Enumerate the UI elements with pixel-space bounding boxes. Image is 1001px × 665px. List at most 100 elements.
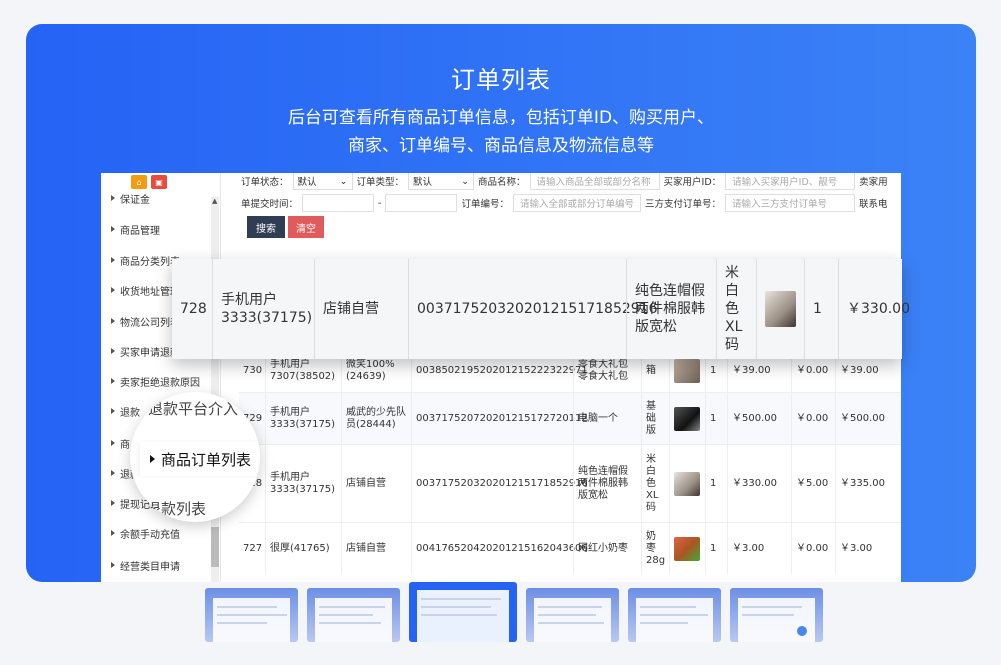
table-row[interactable]: 727 很厚(41765) 店铺自营 004176520420201215162043…	[239, 522, 901, 574]
contact-label: 联系电	[858, 199, 888, 210]
shop-cell: 威武的少先队员(28444)	[341, 393, 411, 444]
order-no-label: 订单编号：	[461, 199, 509, 210]
sidebar-item[interactable]: 商品管理	[101, 214, 211, 244]
thumbnail-active[interactable]	[409, 582, 517, 642]
sidebar-item-label: 余额手动充值	[120, 529, 180, 541]
menu-item-refund-list[interactable]: ▸ 退款列表	[138, 498, 260, 519]
qty-cell: 1	[705, 393, 727, 444]
seller-label: 卖家用	[859, 177, 888, 188]
product-image-cell	[669, 523, 705, 574]
filter-panel: 订单状态： 默认 ⌄ 订单类型： 默认 ⌄ 商品名称： 请输入商品全部或部分名称 买…	[241, 173, 901, 241]
menu-item-product-orders[interactable]: 商品订单列表	[140, 442, 260, 476]
shop-cell: 店铺自营	[341, 445, 411, 522]
caret-right-icon	[111, 195, 115, 201]
table-row[interactable]: 728手机用户3333(37175)店铺自营003717520320201215…	[239, 444, 901, 522]
sidebar-item[interactable]: 余额手动充值	[101, 518, 211, 548]
sidebar-scrollbar[interactable]	[211, 197, 219, 582]
product-thumbnail[interactable]	[674, 471, 700, 496]
sidebar-item-label: 卖家拒绝退款原因	[120, 377, 200, 389]
order-no-cell: 003717520320201215171852916	[411, 445, 588, 522]
scrollbar-thumb[interactable]	[211, 527, 219, 567]
thumbnail[interactable]	[628, 588, 721, 642]
thumbnail[interactable]	[730, 588, 823, 642]
product-thumbnail[interactable]	[674, 536, 700, 561]
zoom-shop: 店铺自营	[314, 259, 408, 359]
menu-magnifier: 退款平台介入 商品订单列表 ▸ 退款列表	[130, 392, 260, 522]
freight-cell: ￥5.00	[791, 445, 835, 522]
user-cell: 手机用户3333(37175)	[265, 445, 341, 522]
sidebar-item-label: 退款	[120, 407, 140, 419]
shop-cell: 店铺自营	[341, 523, 411, 574]
product-cell: 网红小奶枣	[573, 523, 641, 574]
caret-right-icon	[111, 470, 115, 476]
chevron-down-icon: ⌄	[461, 175, 470, 187]
sidebar-item-label: 收货地址管理	[120, 286, 180, 298]
total-cell: ￥335.00	[835, 445, 901, 522]
zoom-product-image	[756, 259, 804, 359]
scroll-up-icon[interactable]: ▲	[212, 197, 217, 205]
sidebar-item[interactable]: 经营类目申请	[101, 550, 211, 580]
caret-right-icon	[111, 226, 115, 232]
page-subtitle: 后台可查看所有商品订单信息，包括订单ID、购买用户、 商家、订单编号、商品信息及…	[26, 104, 976, 160]
caret-right-icon	[111, 378, 115, 384]
filter-row: 单提交时间： - 订单编号： 请输入全部或部分订单编号 三方支付订单号： 请输入…	[241, 193, 888, 213]
product-name-input[interactable]: 请输入商品全部或部分名称	[529, 173, 660, 190]
zoom-spec: 米白色XL码	[716, 259, 756, 359]
sidebar-item[interactable]: 保证金	[101, 183, 211, 213]
zoom-product: 纯色连帽假两件棉服韩版宽松	[626, 259, 716, 359]
sidebar-item-label: 商品分类列表	[120, 256, 180, 268]
spec-cell: 奶枣28g	[641, 523, 669, 574]
spec-cell: 米白色XL码	[641, 445, 669, 522]
caret-right-icon	[111, 500, 115, 506]
caret-right-icon	[111, 257, 115, 263]
start-date-input[interactable]	[302, 194, 375, 212]
chevron-down-icon: ⌄	[339, 175, 348, 187]
caret-right-icon	[111, 440, 115, 446]
caret-right-icon	[111, 348, 115, 354]
third-pay-input[interactable]: 请输入三方支付订单号	[724, 194, 855, 212]
product-thumbnail[interactable]	[674, 358, 700, 383]
buyer-id-label: 买家用户ID：	[663, 177, 722, 188]
product-cell: 纯色连帽假两件棉服韩版宽松	[573, 445, 641, 522]
caret-right-icon	[111, 530, 115, 536]
zoomed-order-row: 728 手机用户3333(37175) 店铺自营 003717520320201…	[172, 259, 910, 359]
clear-button[interactable]: 清空	[288, 216, 324, 238]
thumbnail[interactable]	[526, 588, 619, 642]
caret-right-icon	[111, 287, 115, 293]
admin-screenshot: ⌂ ▣ 保证金 商品管理 商品分类列表 收货地址管理 物流公司列表 买家申请退款原因 卖家拒…	[101, 173, 901, 582]
caret-right-icon: ▸	[138, 507, 143, 516]
submit-time-label: 单提交时间：	[241, 199, 299, 210]
zoom-order-id: 728	[180, 301, 207, 317]
buyer-id-input[interactable]: 请输入买家用户ID、靓号	[725, 173, 856, 190]
user-cell: 很厚(41765)	[265, 523, 341, 574]
qty-cell: 1	[705, 445, 727, 522]
end-date-input[interactable]	[385, 194, 458, 212]
product-thumbnail[interactable]	[674, 406, 700, 431]
user-cell: 手机用户3333(37175)	[265, 393, 341, 444]
zoom-user: 手机用户3333(37175)	[212, 259, 314, 359]
product-name-label: 商品名称：	[478, 177, 526, 188]
spec-cell: 基础版	[641, 393, 669, 444]
table-row[interactable]: 729 手机用户3333(37175) 威武的少先队员(28444) 00371752…	[239, 392, 901, 444]
thumbnail[interactable]	[307, 588, 400, 642]
order-status-select[interactable]: 默认 ⌄	[292, 173, 353, 190]
order-type-select[interactable]: 默认 ⌄	[408, 173, 475, 190]
zoom-qty: 1	[804, 259, 838, 359]
sidebar-item-label: 保证金	[120, 194, 150, 206]
third-pay-label: 三方支付订单号：	[644, 199, 721, 210]
price-cell: ￥330.00	[727, 445, 791, 522]
caret-right-icon	[111, 318, 115, 324]
search-button[interactable]: 搜索	[247, 216, 285, 238]
order-id-cell: 727	[243, 542, 263, 554]
menu-item-refund-intervene[interactable]: 退款平台介入	[148, 398, 260, 419]
subtitle-line: 后台可查看所有商品订单信息，包括订单ID、购买用户、	[287, 108, 715, 128]
thumbnail-strip	[205, 582, 823, 642]
thumbnail[interactable]	[205, 588, 298, 642]
order-no-input[interactable]: 请输入全部或部分订单编号	[512, 194, 641, 212]
price-cell: ￥500.00	[727, 393, 791, 444]
sidebar-item-label: 经营类目申请	[120, 561, 180, 573]
freight-cell: ￥0.00	[791, 523, 835, 574]
dot-icon	[797, 626, 807, 636]
price-cell: ￥3.00	[727, 523, 791, 574]
filter-row: 订单状态： 默认 ⌄ 订单类型： 默认 ⌄ 商品名称： 请输入商品全部或部分名称 买…	[241, 173, 888, 191]
